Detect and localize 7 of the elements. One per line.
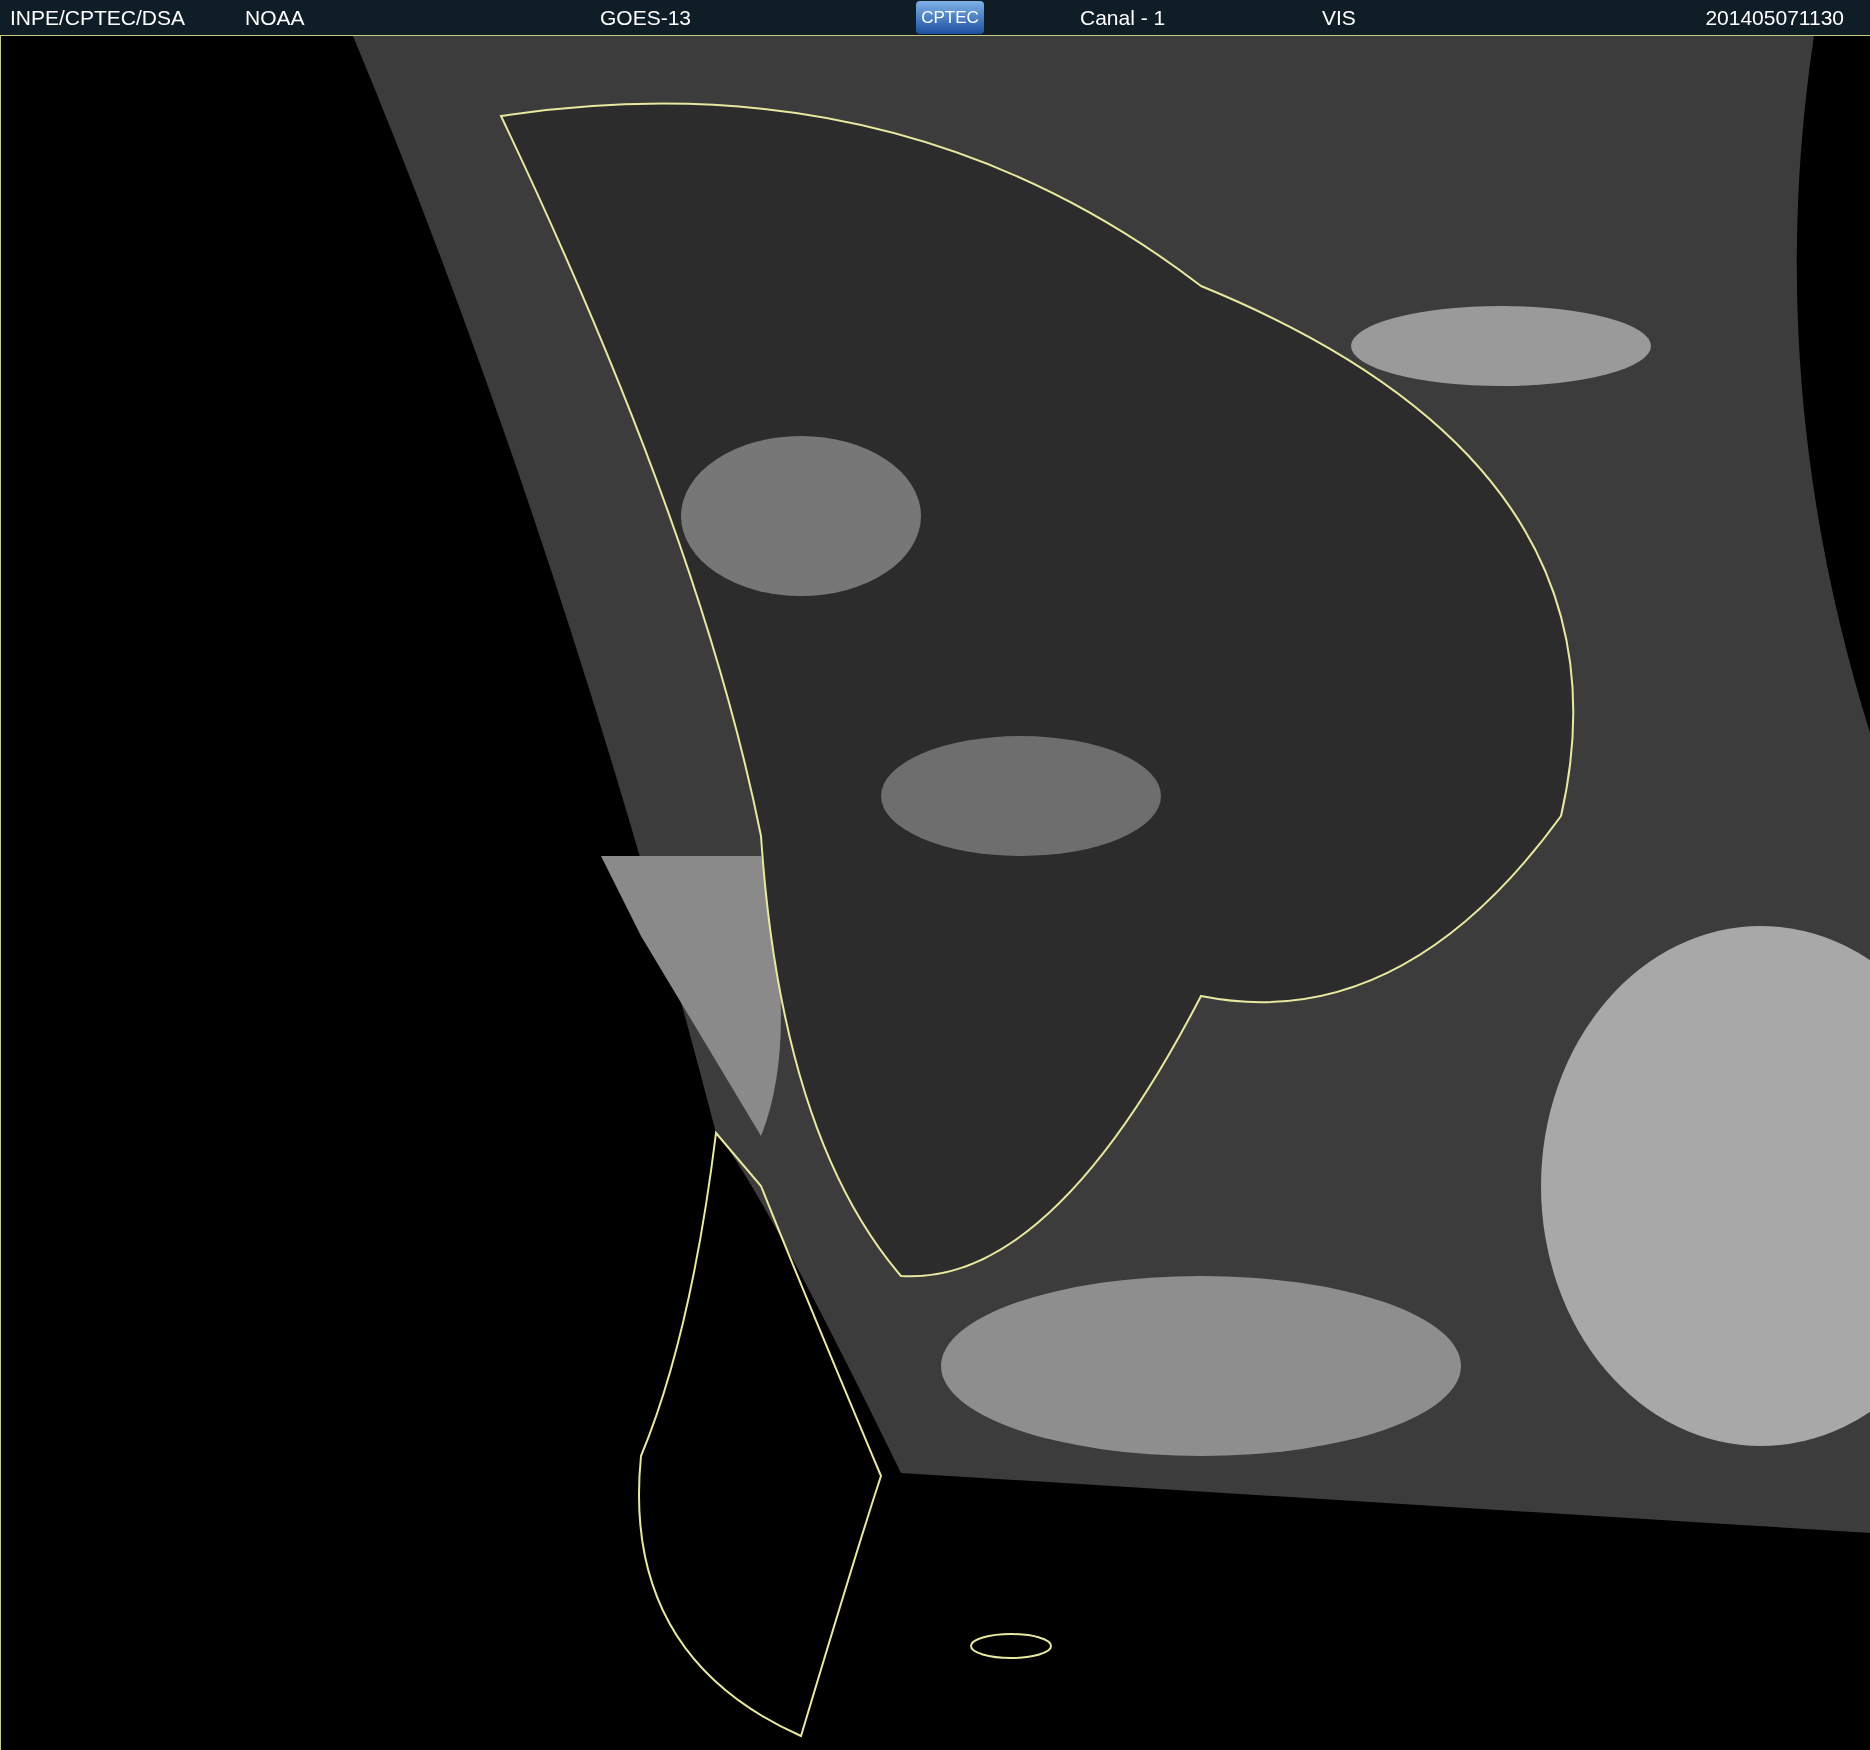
timestamp-label: 201405071130	[1705, 4, 1844, 31]
band-label: VIS	[1322, 4, 1356, 31]
satellite-label: GOES-13	[600, 4, 692, 31]
logo: CPTEC	[916, 1, 984, 34]
source-label: INPE/CPTEC/DSA	[10, 4, 186, 31]
channel-label: Canal - 1	[1080, 4, 1166, 31]
agency-label: NOAA	[245, 4, 305, 31]
